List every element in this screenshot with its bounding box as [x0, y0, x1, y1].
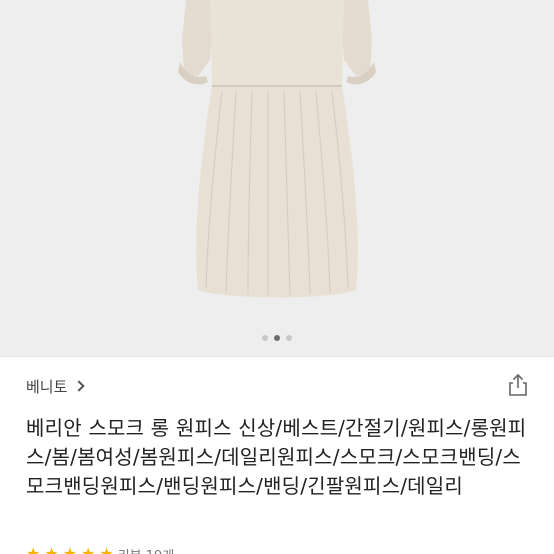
rating-row[interactable]: ★ ★ ★ ★ ★ 리뷰 19개: [26, 545, 174, 554]
carousel-dot[interactable]: [262, 335, 268, 341]
seller-name: 베니토: [26, 377, 68, 396]
star-icon: ★: [62, 544, 78, 554]
section-divider: [0, 356, 554, 357]
share-icon: [509, 373, 527, 396]
review-count: 리뷰 19개: [118, 545, 175, 554]
star-icon: ★: [99, 544, 114, 554]
star-icon: ★: [44, 544, 59, 554]
carousel-dot[interactable]: [286, 335, 292, 341]
carousel-dots: [0, 331, 554, 345]
chevron-right-icon: [73, 380, 86, 392]
star-icon: ★: [81, 544, 96, 554]
share-button[interactable]: [505, 372, 531, 398]
carousel-dot-active[interactable]: [274, 335, 280, 341]
star-icon: ★: [26, 544, 41, 554]
product-photo: [178, 0, 376, 298]
product-title: 베리안 스모크 롱 원피스 신상/베스트/간절기/원피스/롱원피스/봄/봄여성/…: [26, 416, 527, 498]
seller-link[interactable]: 베니토: [26, 373, 86, 399]
product-image-carousel[interactable]: [0, 0, 554, 356]
